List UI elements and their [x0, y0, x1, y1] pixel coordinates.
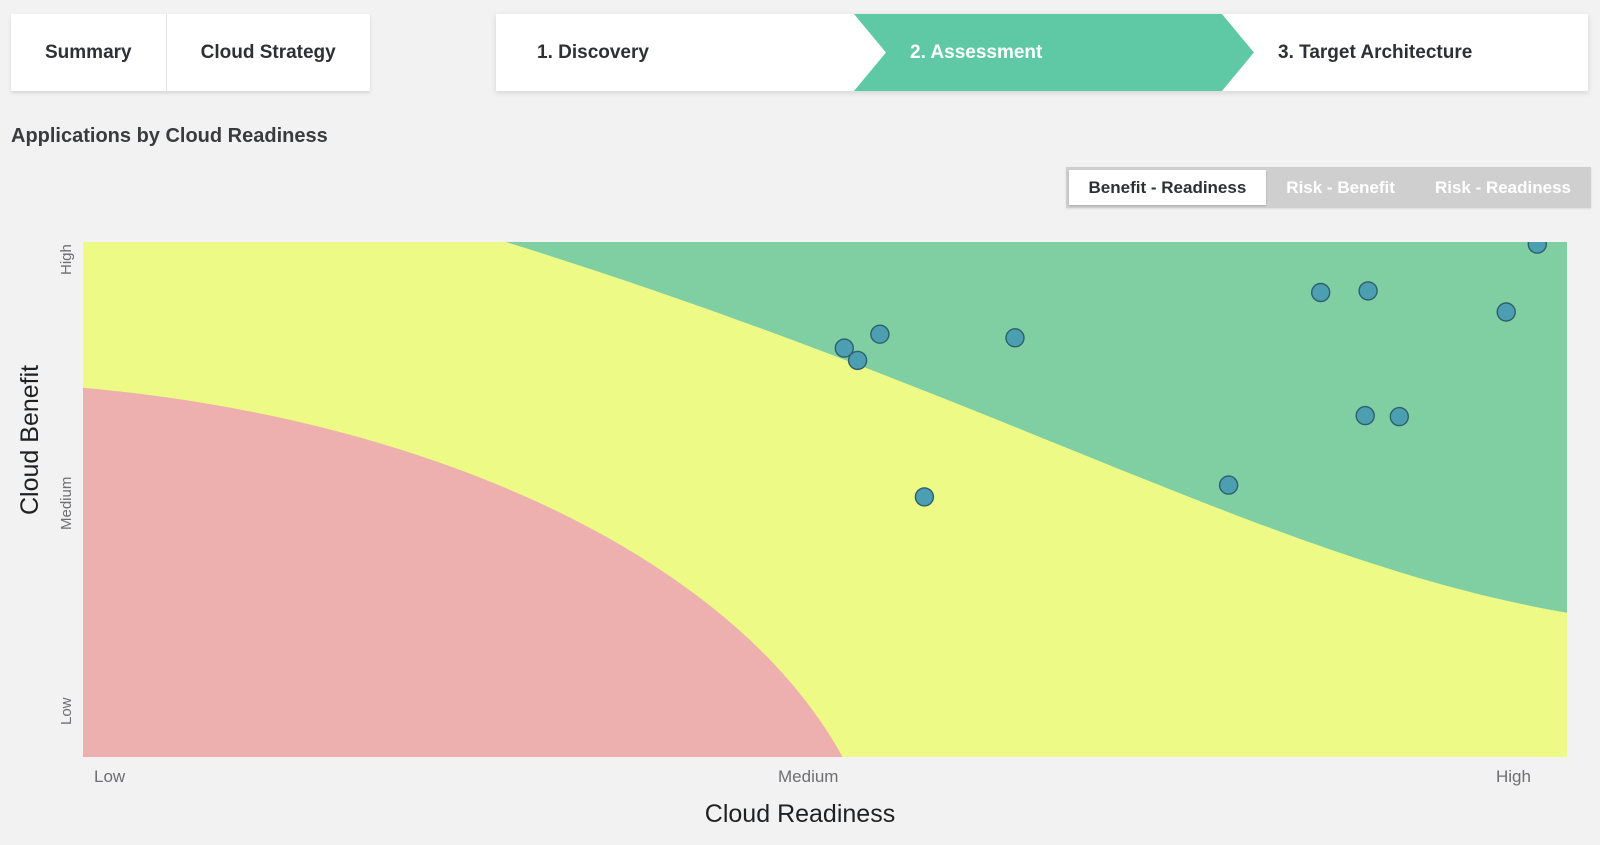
step-tab-target-architecture-label: 3. Target Architecture: [1278, 41, 1473, 63]
data-point[interactable]: [1527, 242, 1547, 254]
data-point[interactable]: [914, 487, 935, 507]
data-point[interactable]: [847, 350, 868, 371]
data-point[interactable]: [1005, 328, 1025, 348]
top-navigation: Summary Cloud Strategy 1. Discovery 2. A…: [0, 0, 1600, 100]
data-point[interactable]: [1355, 405, 1375, 426]
x-axis-tick-high: High: [1496, 767, 1531, 786]
y-axis-tick-low: Low: [58, 697, 75, 725]
plot-svg: [83, 242, 1567, 757]
tab-summary-label: Summary: [45, 41, 132, 63]
segment-risk-benefit[interactable]: Risk - Benefit: [1266, 167, 1415, 208]
tab-cloud-strategy[interactable]: Cloud Strategy: [165, 14, 370, 91]
step-tab-discovery-label: 1. Discovery: [537, 41, 649, 63]
scatter-chart: Cloud Benefit High Medium Low Low Medium…: [0, 215, 1600, 845]
plot-area: [83, 242, 1567, 757]
data-point[interactable]: [870, 324, 890, 344]
y-axis-tick-medium: Medium: [58, 476, 75, 530]
segment-risk-benefit-label: Risk - Benefit: [1286, 177, 1395, 197]
segment-benefit-readiness[interactable]: Benefit - Readiness: [1068, 170, 1267, 205]
chart-mode-segmented-control: Benefit - Readiness Risk - Benefit Risk …: [1065, 167, 1591, 208]
tab-summary[interactable]: Summary: [11, 14, 166, 91]
segment-risk-readiness[interactable]: Risk - Readiness: [1415, 167, 1591, 208]
data-point[interactable]: [1218, 475, 1239, 495]
step-tab-assessment-label: 2. Assessment: [910, 41, 1043, 63]
segment-benefit-readiness-label: Benefit - Readiness: [1088, 177, 1247, 197]
x-axis-tick-low: Low: [94, 767, 126, 786]
chevron-step-group: 1. Discovery 2. Assessment 3. Target Arc…: [496, 14, 1588, 91]
step-tab-discovery[interactable]: 1. Discovery: [496, 14, 886, 91]
x-axis-tick-medium: Medium: [778, 767, 839, 786]
data-point[interactable]: [1496, 302, 1516, 322]
plain-tab-group: Summary Cloud Strategy: [11, 14, 370, 91]
y-axis-title: Cloud Benefit: [16, 364, 44, 515]
data-point[interactable]: [1358, 281, 1378, 301]
priority-regions: [83, 242, 1567, 757]
step-tab-assessment[interactable]: 2. Assessment: [854, 14, 1254, 91]
segment-risk-readiness-label: Risk - Readiness: [1434, 177, 1571, 197]
x-axis-title: Cloud Readiness: [704, 800, 896, 828]
tab-cloud-strategy-label: Cloud Strategy: [200, 41, 336, 63]
step-tab-target-architecture[interactable]: 3. Target Architecture: [1222, 14, 1588, 91]
data-point[interactable]: [1310, 282, 1331, 303]
y-axis-tick-high: High: [58, 244, 75, 275]
data-point[interactable]: [1389, 406, 1410, 427]
page-title: Applications by Cloud Readiness: [11, 125, 328, 147]
